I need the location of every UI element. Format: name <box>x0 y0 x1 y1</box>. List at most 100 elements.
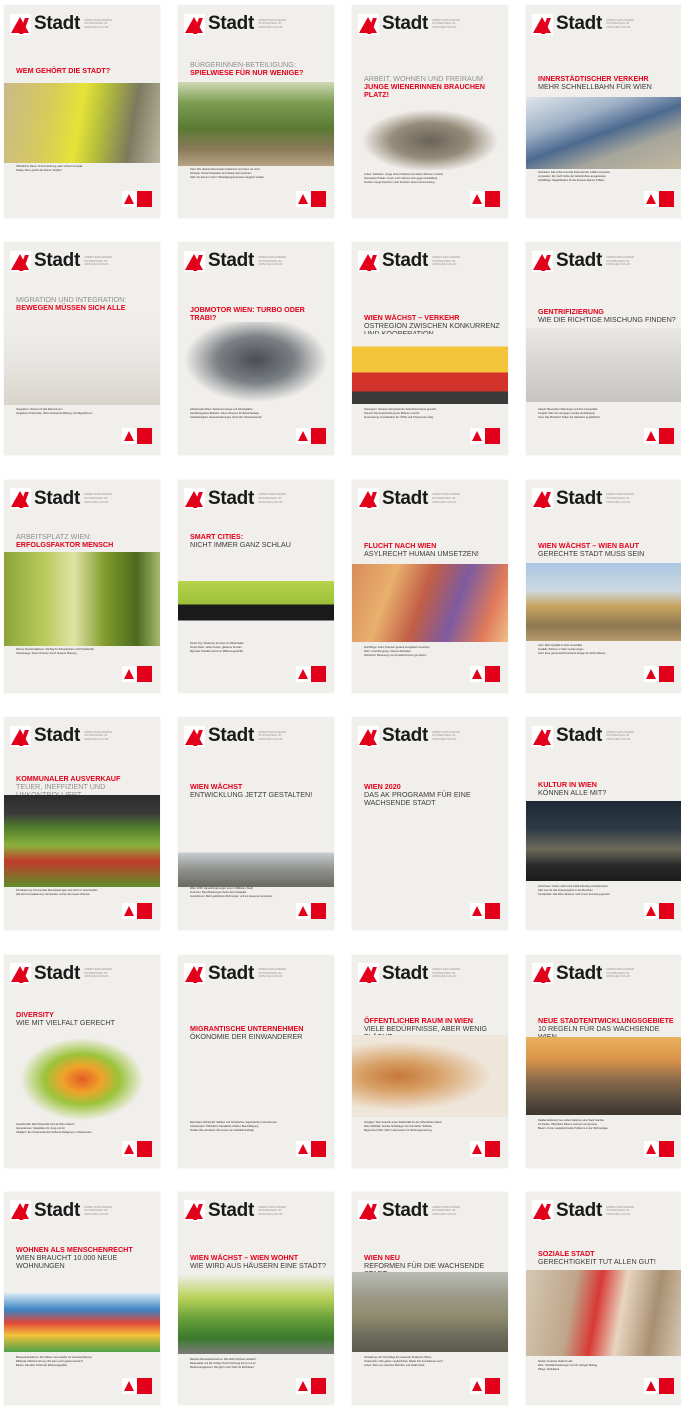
magazine-cover[interactable]: Stadt Arbeiterkammer Interessen im urbane… <box>526 954 681 1168</box>
table-of-contents: Sozial: Gerechte Stadt für alle WGL: Wohl… <box>538 1360 672 1372</box>
logo-text: Stadt <box>556 1199 603 1221</box>
magazine-cover[interactable]: Stadt Arbeiterkammer Interessen im urbane… <box>4 5 160 218</box>
table-of-contents: Leben: Zufrieden, Junge ohne Probleme be… <box>364 173 498 185</box>
ak-stadt-logo: Stadt Arbeiterkammer Interessen im urbane… <box>10 13 118 35</box>
headline-line: ERFOLGSFAKTOR MENSCH <box>16 539 114 549</box>
magazine-cover[interactable]: Stadt Arbeiterkammer Interessen im urbane… <box>352 717 508 931</box>
logo-text: Stadt <box>382 1199 429 1221</box>
ak-stadt-logo: Stadt Arbeiterkammer Interessen im urbane… <box>184 725 292 747</box>
table-of-contents: Gesellschaft: Mehr Diversität wird als W… <box>16 1123 150 1135</box>
logo-tagline: Arbeiterkammer Interessen im urbanen Rau… <box>84 255 113 267</box>
cover-image <box>526 328 681 403</box>
logo-tagline: Arbeiterkammer Interessen im urbanen Rau… <box>606 729 635 741</box>
magazine-cover[interactable]: Stadt Arbeiterkammer Interessen im urbane… <box>352 242 508 456</box>
magazine-cover[interactable]: Stadt Arbeiterkammer Interessen im urbane… <box>526 242 681 456</box>
table-of-contents: Stadtentwicklung: Aus vielen Faktoren ei… <box>538 1119 672 1131</box>
toc-entry: Freizeit: Junge brauchen mehr Freiraum o… <box>364 181 435 184</box>
ak-stadt-logo: Stadt Arbeiterkammer Interessen im urbane… <box>358 725 466 747</box>
cover-image <box>352 1034 508 1117</box>
magazine-cover[interactable]: Stadt Arbeiterkammer Interessen im urbane… <box>178 479 334 693</box>
ak-logo-icon <box>10 13 31 35</box>
toc-entry: Finanzierung: Koordination der ÖPNs und … <box>364 416 434 420</box>
cover-headline: GENTRIFIZIERUNG WIE DIE RICHTIGE MISCHUNG… <box>538 308 676 324</box>
ak-footer-logo-icon <box>644 903 674 920</box>
logo-tagline: Arbeiterkammer Interessen im urbanen Rau… <box>432 729 461 741</box>
ak-footer-logo-icon <box>470 428 500 445</box>
cover-image <box>4 795 160 888</box>
magazine-cover[interactable]: Stadt Arbeiterkammer Interessen im urbane… <box>352 954 508 1168</box>
logo-tagline: Arbeiterkammer Interessen im urbanen Rau… <box>84 1204 113 1216</box>
magazine-cover[interactable]: Stadt Arbeiterkammer Interessen im urbane… <box>352 479 508 693</box>
ak-logo-icon <box>358 250 379 272</box>
toc-entry: Arbeitswege: Neue Chancen durch bessere … <box>16 651 77 655</box>
cover-image <box>526 97 681 169</box>
cover-image <box>178 82 334 166</box>
ak-logo-icon <box>358 1200 379 1222</box>
table-of-contents: Bestandsaufnahme: Der Altbau muss wieder… <box>16 1356 150 1368</box>
magazine-cover[interactable]: Stadt Arbeiterkammer Interessen im urbane… <box>526 5 681 218</box>
ak-logo-icon <box>184 488 205 510</box>
magazine-cover[interactable]: Stadt Arbeiterkammer Interessen im urbane… <box>526 479 681 693</box>
ak-stadt-logo: Stadt Arbeiterkammer Interessen im urbane… <box>358 250 466 272</box>
magazine-cover[interactable]: Stadt Arbeiterkammer Interessen im urbane… <box>178 5 334 218</box>
logo-tagline: Arbeiterkammer Interessen im urbanen Rau… <box>258 492 287 504</box>
ak-stadt-logo: Stadt Arbeiterkammer Interessen im urbane… <box>358 1200 466 1222</box>
magazine-cover[interactable]: Stadt Arbeiterkammer Interessen im urbane… <box>178 242 334 456</box>
ak-stadt-logo: Stadt Arbeiterkammer Interessen im urbane… <box>184 1200 292 1222</box>
table-of-contents: Öffentlicher Raum: Durchmischung, aber s… <box>16 165 150 173</box>
magazine-cover[interactable]: Stadt Arbeiterkammer Interessen im urbane… <box>178 717 334 931</box>
table-of-contents: Soft Power: Kultur macht eine Stadt lebe… <box>538 885 672 897</box>
toc-entry: Bauen: Immer wiederkehrende Probleme in … <box>538 1126 608 1130</box>
toc-entry: Investitionen: Mehr geförderte Wohnungen… <box>190 895 273 899</box>
logo-tagline: Arbeiterkammer Interessen im urbanen Rau… <box>606 492 635 504</box>
magazine-cover[interactable]: Stadt Arbeiterkammer Interessen im urbane… <box>4 954 160 1168</box>
logo-text: Stadt <box>208 250 255 272</box>
ak-stadt-logo: Stadt Arbeiterkammer Interessen im urbane… <box>358 13 466 35</box>
magazine-cover[interactable]: Stadt Arbeiterkammer Interessen im urbane… <box>4 479 160 693</box>
ak-logo-icon <box>10 250 31 272</box>
magazine-cover[interactable]: Stadt Arbeiterkammer Interessen im urbane… <box>352 5 508 218</box>
magazine-cover[interactable]: Stadt Arbeiterkammer Interessen im urbane… <box>526 717 681 931</box>
cover-headline: MIGRANTISCHE UNTERNEHMEN ÖKONOMIE DER EIN… <box>190 1024 328 1041</box>
ak-footer-logo-icon <box>122 1377 152 1394</box>
magazine-cover[interactable]: Stadt Arbeiterkammer Interessen im urbane… <box>178 1191 334 1405</box>
magazine-cover[interactable]: Stadt Arbeiterkammer Interessen im urbane… <box>178 954 334 1168</box>
cover-image <box>526 1036 681 1115</box>
table-of-contents: Aktuell: Besondere Meinungen und ihre In… <box>538 408 672 420</box>
ak-stadt-logo: Stadt Arbeiterkammer Interessen im urbane… <box>358 963 466 985</box>
cover-headline: WOHNEN ALS MENSCHENRECHT WIEN BRAUCHT 10.… <box>16 1245 154 1270</box>
toc-entry: Arbeitslosigkeit: Herausforderungen durc… <box>190 416 262 420</box>
magazine-cover[interactable]: Stadt Arbeiterkammer Interessen im urbane… <box>4 242 160 456</box>
magazine-cover[interactable]: Stadt Arbeiterkammer Interessen im urbane… <box>4 717 160 931</box>
ak-footer-logo-icon <box>644 665 674 682</box>
ak-footer-logo-icon <box>122 903 152 920</box>
logo-tagline: Arbeiterkammer Interessen im urbanen Rau… <box>432 967 461 979</box>
magazine-cover[interactable]: Stadt Arbeiterkammer Interessen im urbane… <box>526 1191 681 1405</box>
cover-grid: Stadt Arbeiterkammer Interessen im urbane… <box>4 5 681 1405</box>
ak-logo-icon <box>10 725 31 747</box>
logo-text: Stadt <box>556 962 603 984</box>
logo-text: Stadt <box>208 487 255 509</box>
ak-stadt-logo: Stadt Arbeiterkammer Interessen im urbane… <box>184 488 292 510</box>
ak-stadt-logo: Stadt Arbeiterkammer Interessen im urbane… <box>532 13 640 35</box>
ak-logo-icon <box>10 1200 31 1222</box>
ak-logo-icon <box>10 488 31 510</box>
cover-headline: ARBEITSPLATZ WIEN: ERFOLGSFAKTOR MENSCH <box>16 532 154 549</box>
table-of-contents: Start: Wie direkte Demokratie funktionie… <box>190 168 324 180</box>
logo-tagline: Arbeiterkammer Interessen im urbanen Rau… <box>606 255 635 267</box>
table-of-contents: Auto: Mehr Qualität in leere Geschäfte Qu… <box>538 644 672 656</box>
table-of-contents: Verwaltung: AK Vorschläge für passende S… <box>364 1356 498 1368</box>
logo-tagline: Arbeiterkammer Interessen im urbanen Rau… <box>84 967 113 979</box>
ak-logo-icon <box>532 963 553 985</box>
cover-headline: INNERSTÄDTISCHER VERKEHR MEHR SCHNELLBAHN… <box>538 75 676 91</box>
table-of-contents: Ansagen: Wien braucht einen Zielkonflikt… <box>364 1121 498 1133</box>
magazine-cover[interactable]: Stadt Arbeiterkammer Interessen im urbane… <box>352 1191 508 1405</box>
logo-text: Stadt <box>382 487 429 509</box>
cover-headline: WIEN 2020 DAS AK PROGRAMM FÜR EINE WACHSE… <box>364 783 502 807</box>
cover-image <box>352 1271 508 1352</box>
ak-footer-logo-icon <box>296 665 326 682</box>
cover-headline: KULTUR IN WIEN KÖNNEN ALLE MIT? <box>538 781 676 797</box>
magazine-cover[interactable]: Stadt Arbeiterkammer Interessen im urbane… <box>4 1191 160 1405</box>
toc-entry: Alltäglich: Ein Strukturwandel mit Benac… <box>16 1130 92 1134</box>
toc-entry: Bodenmanagement: Wo gibt's noch Platz fü… <box>190 1365 255 1369</box>
